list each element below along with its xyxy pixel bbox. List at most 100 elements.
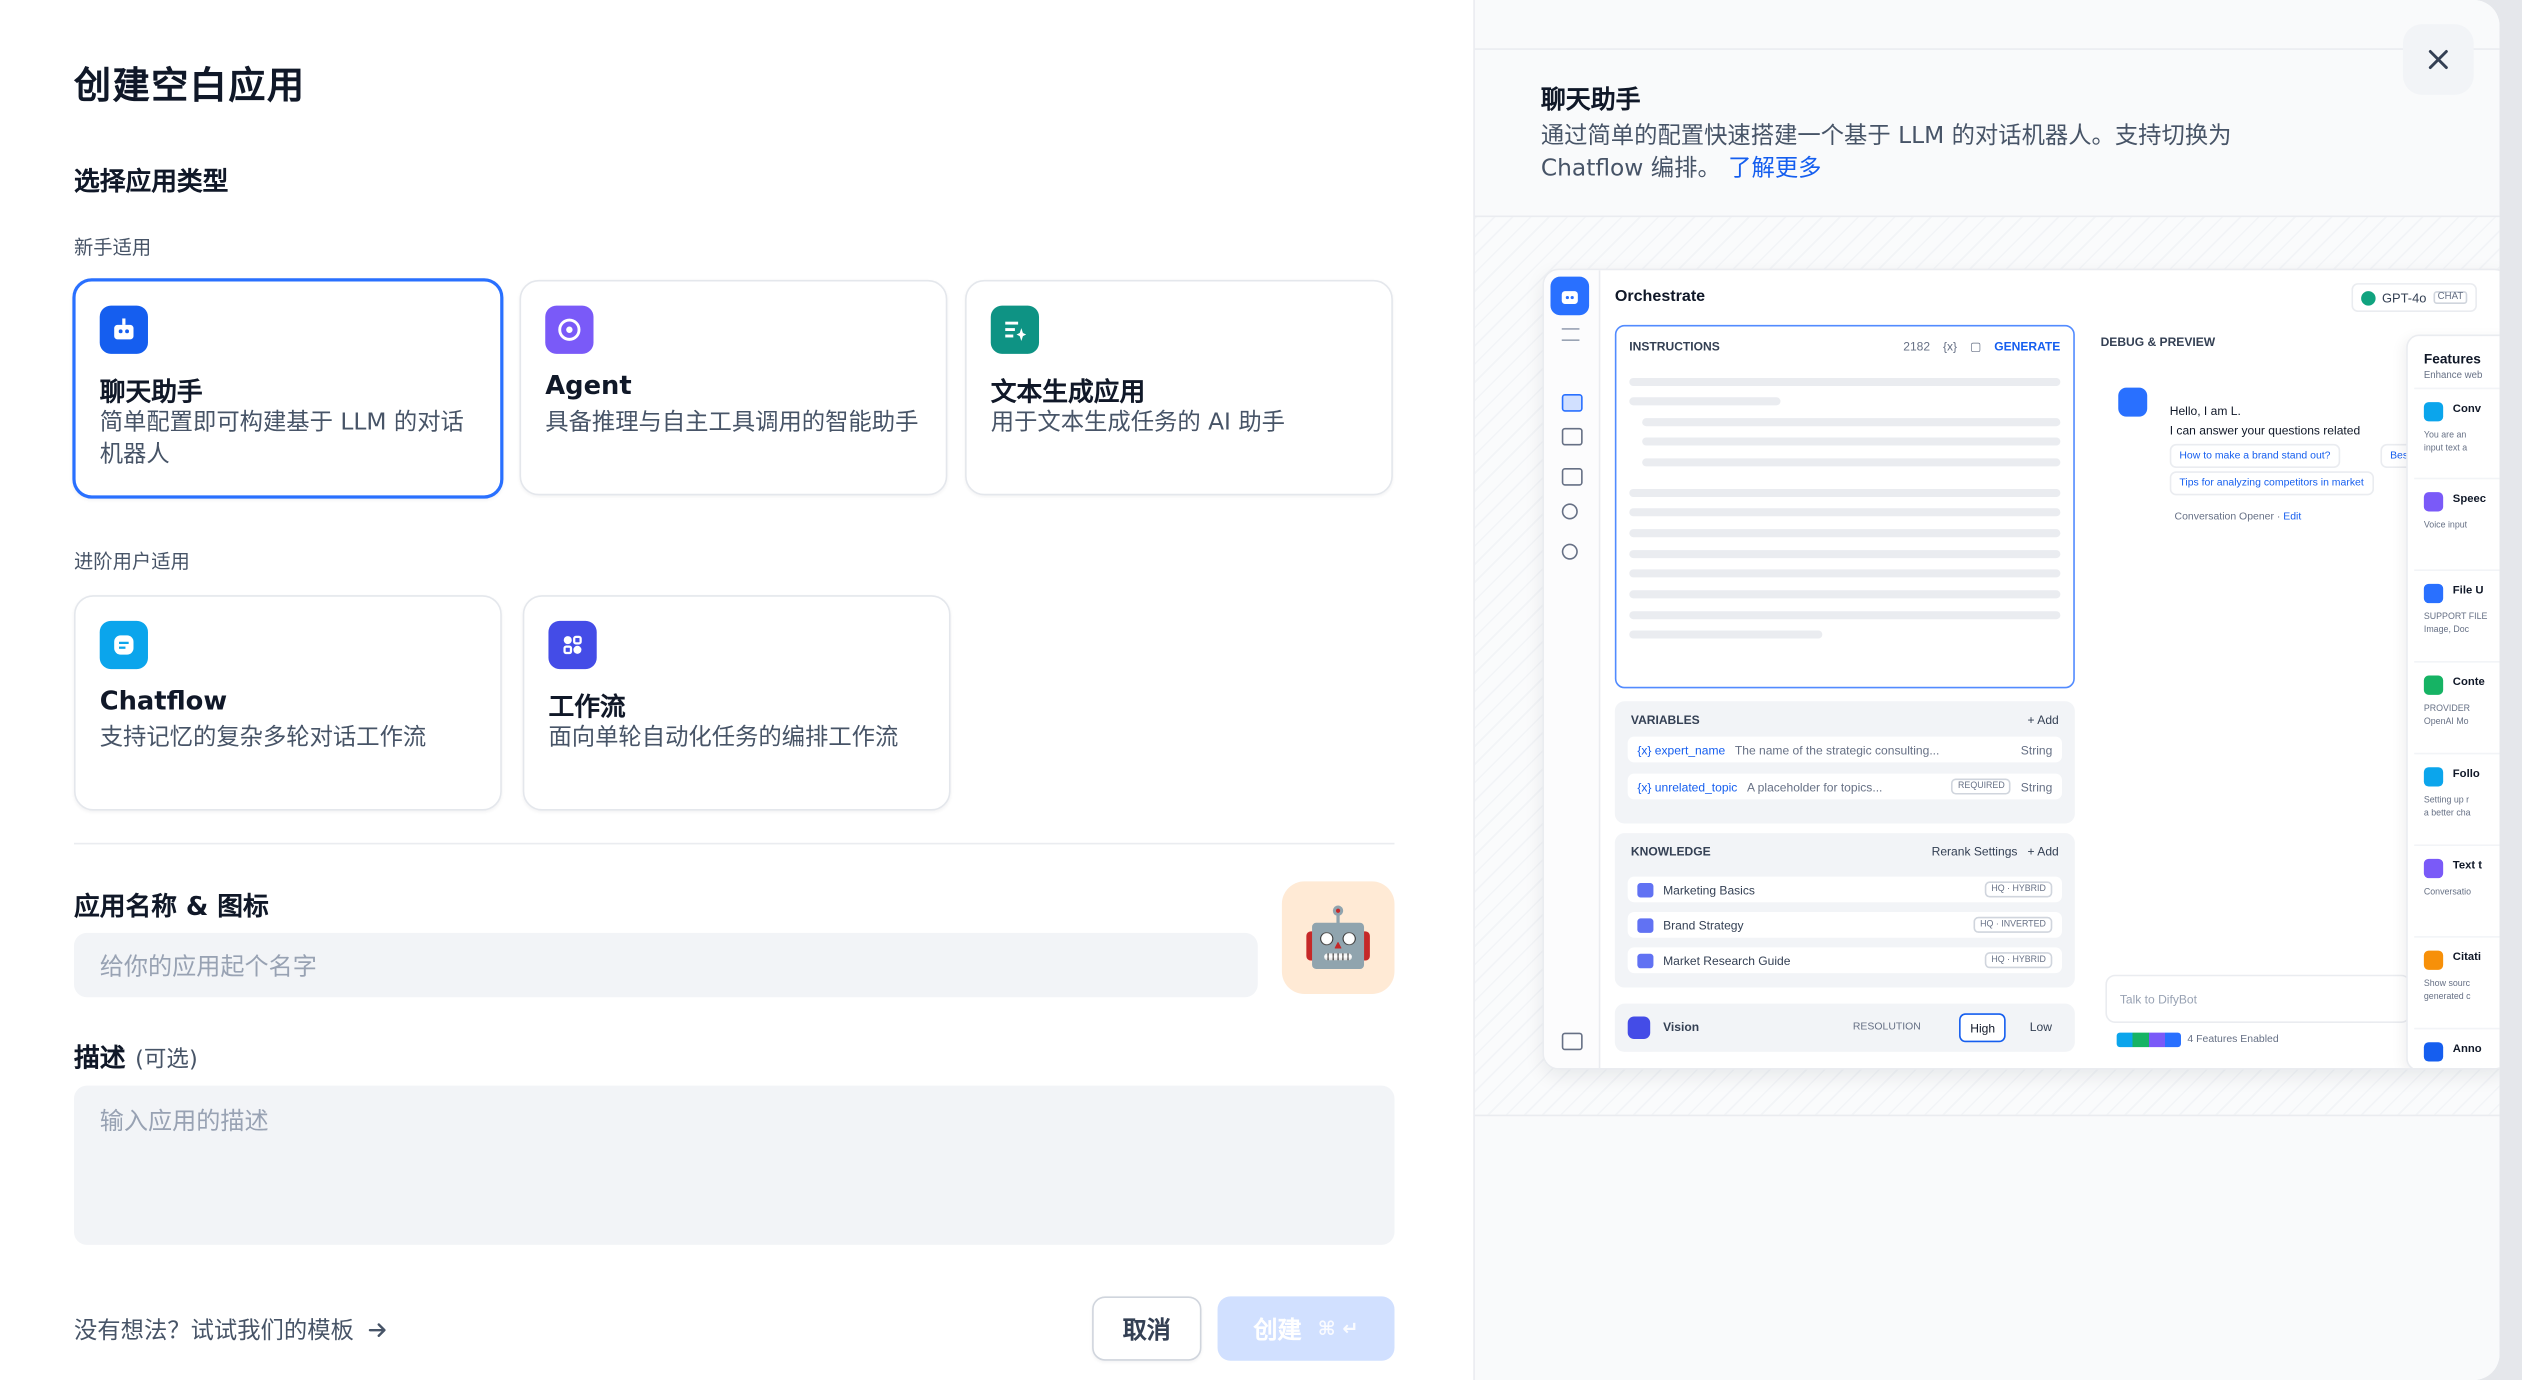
close-button[interactable]	[2402, 24, 2474, 95]
app-type-desc: 面向单轮自动化任务的编排工作流	[548, 725, 899, 752]
eye-icon	[1627, 1016, 1651, 1040]
app-type-card-workflow[interactable]: 工作流 面向单轮自动化任务的编排工作流	[522, 595, 951, 811]
app-type-card-chatflow[interactable]: Chatflow 支持记忆的复杂多轮对话工作流	[73, 595, 502, 811]
kb-tag: HQ · INVERTED	[1973, 916, 2053, 933]
mock-features-panel: Features Enhance web Conv You are an inpu…	[2406, 334, 2500, 1068]
bot-avatar-icon	[2118, 387, 2148, 417]
skeleton-line	[1642, 418, 2061, 427]
mock-opener-label: Conversation Opener	[2174, 511, 2274, 523]
app-type-name: Chatflow	[99, 685, 228, 716]
var-type: String	[2020, 742, 2053, 757]
workflow-icon	[548, 620, 597, 670]
feature-icon	[2423, 767, 2444, 787]
mock-variables: VARIABLES + Add {x} expert_name The name…	[1614, 701, 2075, 824]
mock-instructions-label: INSTRUCTIONS	[1629, 339, 1720, 354]
description-placeholder: 输入应用的描述	[99, 1106, 269, 1136]
var-desc: The name of the strategic consulting...	[1734, 742, 1940, 757]
mock-variable-row: {x} expert_name The name of the strategi…	[1627, 736, 2062, 763]
annotation-icon	[1561, 503, 1578, 520]
learn-more-link[interactable]: 了解更多	[1728, 156, 1821, 182]
mock-knowledge: KNOWLEDGE Rerank Settings + Add Marketin…	[1614, 833, 2075, 988]
skeleton-line	[1629, 611, 2061, 620]
divider	[73, 842, 1395, 845]
mock-suggestion: How to make a brand stand out?	[2169, 443, 2341, 469]
kb-name: Market Research Guide	[1663, 952, 1791, 968]
skeleton-line	[1642, 458, 2061, 467]
mock-knowledge-label: KNOWLEDGE	[1630, 844, 1711, 859]
mock-suggestion: Tips for analyzing competitors in market	[2169, 471, 2374, 496]
feature-name: Conte	[2452, 677, 2485, 689]
arrow-right-icon	[368, 1322, 386, 1337]
app-type-card-agent[interactable]: Agent 具备推理与自主工具调用的智能助手	[519, 279, 948, 496]
feature-desc: Conversatio	[2423, 887, 2472, 898]
close-icon	[2428, 50, 2448, 70]
preview-panel: 聊天助手 通过简单的配置快速搭建一个基于 LLM 的对话机器人。支持切换为 Ch…	[1473, 0, 2500, 1380]
feature-desc: SUPPORT FILE Image, Doc	[2423, 612, 2488, 636]
var-type: String	[2020, 779, 2053, 794]
feature-item: Citati Show sourc generated c	[2414, 936, 2500, 1018]
template-link[interactable]: 没有想法？试试我们的模板	[74, 1312, 389, 1346]
preview-description: 通过简单的配置快速搭建一个基于 LLM 的对话机器人。支持切换为 Chatflo…	[1541, 121, 2281, 185]
feature-icon	[2423, 402, 2444, 422]
feature-icon	[2423, 858, 2444, 879]
feature-name: Speec	[2452, 493, 2486, 506]
group-beginner-label: 新手适用	[73, 236, 152, 259]
feature-item: Follo Setting up r a better cha	[2414, 752, 2500, 835]
logs-icon	[1561, 468, 1583, 486]
mock-model-name: GPT-4o	[2382, 290, 2427, 305]
skeleton-line	[1629, 590, 2061, 599]
create-button[interactable]: 创建 ⌘ ↵	[1217, 1296, 1395, 1361]
skeleton-line	[1629, 377, 2061, 387]
mock-opener: Conversation Opener · Edit	[2174, 511, 2302, 523]
skeleton-line	[1629, 630, 1823, 639]
collapse-sidebar-icon	[1561, 1032, 1583, 1051]
feature-desc: PROVIDER OpenAI Mo	[2423, 704, 2471, 727]
description-label-text: 描述	[73, 1042, 126, 1073]
left-panel: 创建空白应用 选择应用类型 新手适用 聊天助手 简单配置即可构建基于 LLM 的…	[0, 0, 1474, 1380]
monitor-icon	[1561, 543, 1578, 560]
var-name: {x} expert_name	[1637, 742, 1726, 757]
preview-desc-text: 通过简单的配置快速搭建一个基于 LLM 的对话机器人。支持切换为 Chatflo…	[1540, 123, 2232, 182]
mock-add: + Add	[2027, 844, 2059, 859]
mock-model-tag: CHAT	[2432, 291, 2469, 304]
feature-item: Conv You are an input text a	[2414, 387, 2500, 470]
feature-icons	[2116, 1032, 2181, 1048]
cancel-button[interactable]: 取消	[1092, 1296, 1202, 1361]
feature-icon	[2423, 492, 2444, 512]
preview-image-area: Orchestrate GPT-4o CHAT INSTRUCTIONS 218…	[1474, 215, 2500, 1117]
feature-icon	[2423, 1042, 2444, 1062]
app-type-desc: 用于文本生成任务的 AI 助手	[990, 410, 1285, 436]
orchestrate-icon	[1561, 394, 1583, 412]
mock-features-enabled: 4 Features Enabled	[2116, 1032, 2279, 1048]
feature-name: Conv	[2452, 403, 2481, 415]
mock-generate: GENERATE	[1994, 339, 2061, 354]
mock-resolution-label: RESOLUTION	[1852, 1021, 1921, 1033]
mock-knowledge-row: Market Research Guide HQ · HYBRID	[1627, 947, 2062, 974]
feature-item: Speec Voice input	[2414, 477, 2500, 560]
app-type-card-chatbot[interactable]: 聊天助手 简单配置即可构建基于 LLM 的对话机器人	[72, 278, 504, 499]
app-name-input[interactable]: 给你的应用起个名字	[73, 932, 1258, 998]
app-icon-picker[interactable]: 🤖	[1281, 881, 1395, 994]
mock-instructions: INSTRUCTIONS 2182 {x} ▢ GENERATE	[1614, 324, 2075, 689]
mock-instr-var: {x}	[1942, 339, 1958, 354]
greet-line: I can answer your questions related	[2169, 423, 2361, 438]
group-advanced-label: 进阶用户适用	[73, 550, 190, 573]
description-textarea[interactable]: 输入应用的描述	[73, 1085, 1395, 1245]
feature-desc: You are an input text a	[2423, 431, 2468, 454]
feature-item: Text t Conversatio	[2414, 844, 2500, 926]
features-subtitle: Enhance web	[2423, 371, 2483, 382]
app-type-card-completion[interactable]: 文本生成应用 用于文本生成任务的 AI 助手	[965, 279, 1393, 496]
skeleton-line	[1642, 437, 2061, 446]
divider	[1474, 48, 2500, 50]
var-desc: A placeholder for topics...	[1746, 779, 1883, 794]
preview-title: 聊天助手	[1540, 85, 1641, 115]
mock-sidebar	[1544, 270, 1601, 1068]
create-shortcut: ⌘ ↵	[1317, 1317, 1359, 1340]
greet-line: Hello, I am L.	[2169, 403, 2241, 419]
feature-desc: Voice input	[2423, 521, 2468, 531]
features-enabled-text: 4 Features Enabled	[2187, 1034, 2279, 1046]
mock-instructions-actions: 2182 {x} ▢ GENERATE	[1903, 339, 2060, 353]
mock-model-selector: GPT-4o CHAT	[2351, 283, 2478, 313]
dialog-title: 创建空白应用	[73, 65, 306, 108]
dataset-icon	[1637, 882, 1654, 897]
